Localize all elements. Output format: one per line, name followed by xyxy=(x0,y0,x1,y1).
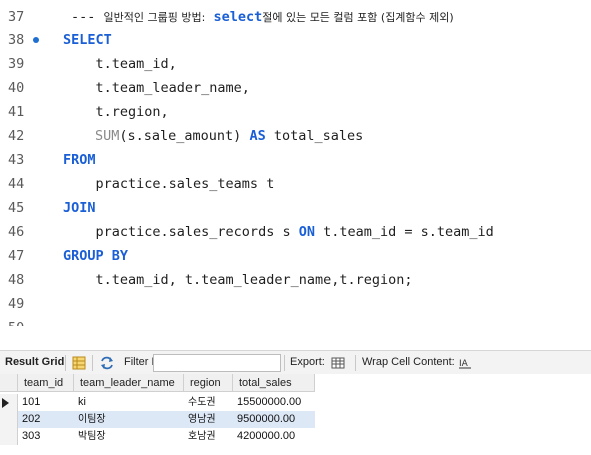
line-number: 42 xyxy=(8,128,25,144)
wrap-cell-label: Wrap Cell Content: xyxy=(362,356,455,368)
cell-team-id[interactable]: 101 xyxy=(18,394,40,411)
line-number: 38 xyxy=(8,32,25,48)
editor-line: 43 FROM xyxy=(0,148,591,172)
code-text: practice.sales_records s ON t.team_id = … xyxy=(63,220,494,244)
row-gutter[interactable] xyxy=(0,411,18,428)
cell-total-sales[interactable]: 4200000.00 xyxy=(233,428,295,445)
result-toolbar: Result Grid Filter Rows: Export: Wrap Ce… xyxy=(0,350,591,376)
keyword: AS xyxy=(249,128,266,144)
line-number: 40 xyxy=(8,80,25,96)
code-text: t.region, xyxy=(63,104,169,120)
editor-line: 47 GROUP BY xyxy=(0,244,591,268)
cell-total-sales[interactable]: 15500000.00 xyxy=(233,394,301,411)
row-gutter[interactable] xyxy=(0,428,18,445)
cell-team-leader-name[interactable]: 박팀장 xyxy=(74,428,106,445)
cell-team-leader-name[interactable]: ki xyxy=(74,394,86,411)
export-label: Export: xyxy=(290,356,325,368)
editor-line: 45 JOIN xyxy=(0,196,591,220)
line-number: 45 xyxy=(8,200,25,216)
line-number: 44 xyxy=(8,176,25,192)
cell-region[interactable]: 호남권 xyxy=(184,428,216,445)
comment-text: 절에 있는 모든 컬럼 포함 (집계함수 제외) xyxy=(262,11,454,24)
wrap-cell-icon[interactable]: IA xyxy=(458,356,472,370)
column-header[interactable]: team_id xyxy=(18,374,74,392)
editor-line: 41 t.region, xyxy=(0,100,591,124)
sql-editor[interactable]: 37 --- 일반적인 그룹핑 방법: select절에 있는 모든 컬럼 포함… xyxy=(0,0,591,326)
line-number: 43 xyxy=(8,152,25,168)
code-fragment: practice.sales_records s xyxy=(63,224,299,240)
line-number: 41 xyxy=(8,104,25,120)
code-text: JOIN xyxy=(63,200,96,216)
cell-total-sales[interactable]: 9500000.00 xyxy=(233,411,295,428)
result-grid: team_id team_leader_name region total_sa… xyxy=(0,374,591,455)
editor-line: 38 SELECT xyxy=(0,28,591,52)
comment-line: --- 일반적인 그룹핑 방법: select절에 있는 모든 컬럼 포함 (집… xyxy=(71,5,454,30)
comment-select: select xyxy=(213,9,263,25)
filter-rows-input[interactable] xyxy=(153,354,281,372)
code-text: practice.sales_teams t xyxy=(63,176,275,192)
line-number: 50 xyxy=(8,316,32,326)
line-number: 39 xyxy=(8,56,25,72)
current-row-icon xyxy=(2,398,9,408)
editor-line: 42 SUM(s.sale_amount) AS total_sales xyxy=(0,124,591,148)
editor-line: 48 t.team_id, t.team_leader_name,t.regio… xyxy=(0,268,591,292)
function-name: SUM xyxy=(95,128,120,144)
column-header[interactable]: total_sales xyxy=(233,374,315,392)
code-fragment: (s.sale_amount) xyxy=(119,128,250,144)
line-number: 49 xyxy=(8,296,25,312)
line-number: 47 xyxy=(8,248,25,264)
code-text: GROUP BY xyxy=(63,248,129,264)
column-header[interactable]: team_leader_name xyxy=(74,374,184,392)
code-fragment: t.team_id = s.team_id xyxy=(314,224,494,240)
editor-line: 50 xyxy=(0,316,591,326)
comment-text: 일반적인 그룹핑 방법: xyxy=(103,11,206,24)
code-text: t.team_id, t.team_leader_name,t.region; xyxy=(63,272,413,288)
refresh-icon[interactable] xyxy=(100,356,114,370)
divider xyxy=(65,355,66,371)
divider xyxy=(355,355,356,371)
editor-line: 40 t.team_leader_name, xyxy=(0,76,591,100)
column-header[interactable]: region xyxy=(184,374,233,392)
result-grid-tab[interactable]: Result Grid xyxy=(5,356,64,368)
line-number: 37 xyxy=(8,9,25,25)
cell-team-id[interactable]: 202 xyxy=(18,411,40,428)
code-text: t.team_leader_name, xyxy=(63,80,250,96)
line-number: 46 xyxy=(8,224,25,240)
code-text: FROM xyxy=(63,152,96,168)
editor-line: 46 practice.sales_records s ON t.team_id… xyxy=(0,220,591,244)
line-number: 48 xyxy=(8,272,25,288)
code-text: t.team_id, xyxy=(63,56,177,72)
editor-line: 49 xyxy=(0,292,591,316)
form-editor-icon[interactable] xyxy=(72,356,86,370)
editor-line: 44 practice.sales_teams t xyxy=(0,172,591,196)
cell-region[interactable]: 수도권 xyxy=(184,394,216,411)
row-gutter[interactable] xyxy=(0,394,18,411)
cell-team-leader-name[interactable]: 이팀장 xyxy=(74,411,106,428)
cell-team-id[interactable]: 303 xyxy=(18,428,40,445)
editor-line: 39 t.team_id, xyxy=(0,52,591,76)
comment-dashes: --- xyxy=(71,9,104,25)
code-text: SUM(s.sale_amount) AS total_sales xyxy=(95,124,363,148)
divider xyxy=(284,355,285,371)
editor-line: 37 --- 일반적인 그룹핑 방법: select절에 있는 모든 컬럼 포함… xyxy=(0,5,591,29)
code-text: SELECT xyxy=(63,32,112,48)
statement-marker-icon[interactable] xyxy=(33,37,39,43)
row-header-corner xyxy=(0,374,18,392)
divider xyxy=(92,355,93,371)
cell-region[interactable]: 영남권 xyxy=(184,411,216,428)
export-icon[interactable] xyxy=(331,356,345,370)
keyword: ON xyxy=(298,224,315,240)
code-fragment: total_sales xyxy=(265,128,364,144)
